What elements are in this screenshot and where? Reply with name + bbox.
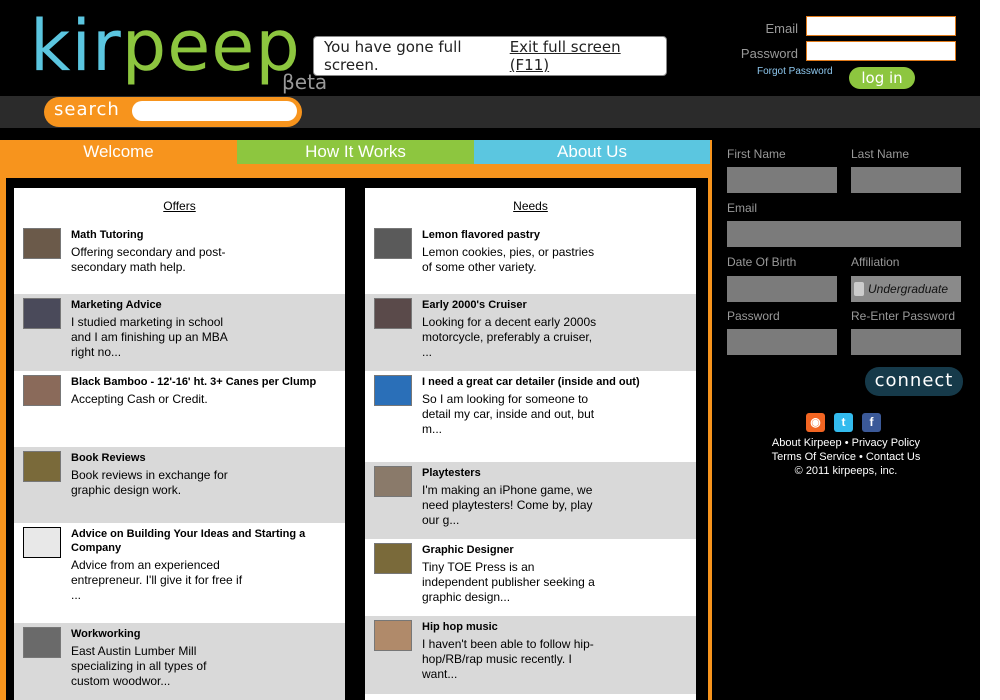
window-edge <box>980 0 1000 700</box>
last-name-field[interactable] <box>851 167 961 193</box>
list-item[interactable]: Advice on Building Your Ideas and Starti… <box>14 523 345 623</box>
item-desc: Tiny TOE Press is an independent publish… <box>422 560 595 604</box>
reenter-password-label: Re-Enter Password <box>851 309 956 323</box>
item-desc: Advice from an experienced entrepreneur.… <box>71 558 243 602</box>
list-item[interactable]: Book Reviews Book reviews in exchange fo… <box>14 447 345 523</box>
item-title[interactable]: Advice on Building Your Ideas and Starti… <box>71 527 337 555</box>
forgot-password-link[interactable]: Forgot Password <box>757 66 833 77</box>
list-item[interactable]: Math Tutoring Offering secondary and pos… <box>14 224 345 294</box>
item-desc: Offering secondary and post-secondary ma… <box>71 245 226 274</box>
password-field[interactable] <box>727 329 837 355</box>
avatar <box>23 627 61 658</box>
login-password-label: Password <box>740 46 798 61</box>
fullscreen-message: You have gone full screen. <box>324 38 462 74</box>
email-label: Email <box>727 201 758 215</box>
logo-text-left: kir <box>30 5 122 87</box>
avatar <box>374 228 412 259</box>
needs-title[interactable]: Needs <box>365 188 696 224</box>
list-item[interactable]: Playtesters I'm making an iPhone game, w… <box>365 462 696 539</box>
offers-column: Offers Math Tutoring Offering secondary … <box>14 188 345 700</box>
search-label: search <box>54 99 120 120</box>
item-title[interactable]: I need a great car detailer (inside and … <box>422 375 688 389</box>
item-title[interactable]: Math Tutoring <box>71 228 337 242</box>
avatar <box>23 451 61 482</box>
fullscreen-notice: You have gone full screen. Exit full scr… <box>313 36 667 76</box>
list-item[interactable]: Black Bamboo - 12'-16' ht. 3+ Canes per … <box>14 371 345 447</box>
item-desc: Looking for a decent early 2000s motorcy… <box>422 315 597 359</box>
footer-copyright: © 2011 kirpeeps, inc. <box>794 465 898 477</box>
item-title[interactable]: Early 2000's Cruiser <box>422 298 688 312</box>
list-item[interactable]: Graphic Designer Tiny TOE Press is an in… <box>365 539 696 616</box>
item-title[interactable]: Playtesters <box>422 466 688 480</box>
item-desc: East Austin Lumber Mill specializing in … <box>71 644 207 688</box>
avatar <box>23 228 61 259</box>
twitter-icon[interactable]: t <box>834 413 853 432</box>
item-desc: So I am looking for someone to detail my… <box>422 392 595 436</box>
list-item[interactable]: I need a great car detailer (inside and … <box>365 371 696 462</box>
first-name-field[interactable] <box>727 167 837 193</box>
avatar <box>374 620 412 651</box>
avatar <box>374 298 412 329</box>
needs-column: Needs Lemon flavored pastry Lemon cookie… <box>365 188 696 700</box>
last-name-label: Last Name <box>851 147 910 161</box>
dropdown-arrow-icon <box>854 282 864 296</box>
kirpeep-logo[interactable]: kirpeep βeta <box>30 4 330 94</box>
avatar <box>23 298 61 329</box>
exit-fullscreen-link[interactable]: Exit full screen (F11) <box>510 38 656 74</box>
dob-field[interactable] <box>727 276 837 302</box>
list-item[interactable]: Early 2000's Cruiser Looking for a decen… <box>365 294 696 371</box>
affiliation-value: Undergraduate <box>868 282 949 296</box>
reenter-password-field[interactable] <box>851 329 961 355</box>
avatar <box>374 466 412 497</box>
login-button[interactable]: log in <box>849 67 915 89</box>
login-password-input[interactable] <box>806 41 956 61</box>
footer-links-1[interactable]: About Kirpeep • Privacy Policy <box>712 437 980 449</box>
item-title[interactable]: Hip hop music <box>422 620 688 634</box>
avatar <box>374 543 412 574</box>
dob-label: Date Of Birth <box>727 255 797 269</box>
tab-about-us[interactable]: About Us <box>474 140 710 164</box>
password-label: Password <box>727 309 780 323</box>
list-item[interactable]: Workworking East Austin Lumber Mill spec… <box>14 623 345 700</box>
item-desc: I haven't been able to follow hip-hop/RB… <box>422 637 594 681</box>
tab-how-it-works[interactable]: How It Works <box>237 140 474 164</box>
logo-text-right: peep <box>121 5 301 87</box>
item-desc: I studied marketing in school and I am f… <box>71 315 228 359</box>
offers-title[interactable]: Offers <box>14 188 345 224</box>
first-name-label: First Name <box>727 147 786 161</box>
item-desc: Book reviews in exchange for graphic des… <box>71 468 228 497</box>
item-title[interactable]: Black Bamboo - 12'-16' ht. 3+ Canes per … <box>71 375 337 389</box>
item-desc: Lemon cookies, pies, or pastries of some… <box>422 245 595 274</box>
email-field[interactable] <box>727 221 961 247</box>
item-title[interactable]: Graphic Designer <box>422 543 688 557</box>
list-item[interactable]: Marketing Advice I studied marketing in … <box>14 294 345 371</box>
list-item[interactable]: Lemon flavored pastry Lemon cookies, pie… <box>365 224 696 294</box>
connect-button[interactable]: connect <box>865 367 963 396</box>
affiliation-label: Affiliation <box>851 255 900 269</box>
affiliation-select[interactable]: Undergraduate <box>851 276 961 302</box>
footer-links-2[interactable]: Terms Of Service • Contact Us <box>712 451 980 463</box>
avatar <box>374 375 412 406</box>
item-title[interactable]: Book Reviews <box>71 451 337 465</box>
list-item[interactable]: Hip hop music I haven't been able to fol… <box>365 616 696 694</box>
rss-icon[interactable]: ◉ <box>806 413 825 432</box>
item-title[interactable]: Lemon flavored pastry <box>422 228 688 242</box>
item-title[interactable]: Workworking <box>71 627 337 641</box>
avatar <box>23 375 61 406</box>
item-desc: Accepting Cash or Credit. <box>71 392 208 406</box>
login-email-input[interactable] <box>806 16 956 36</box>
login-email-label: Email <box>765 21 798 36</box>
item-title[interactable]: Marketing Advice <box>71 298 337 312</box>
facebook-icon[interactable]: f <box>862 413 881 432</box>
avatar <box>23 527 61 558</box>
search-input[interactable] <box>132 101 297 121</box>
tab-welcome[interactable]: Welcome <box>0 140 237 164</box>
item-desc: I'm making an iPhone game, we need playt… <box>422 483 593 527</box>
